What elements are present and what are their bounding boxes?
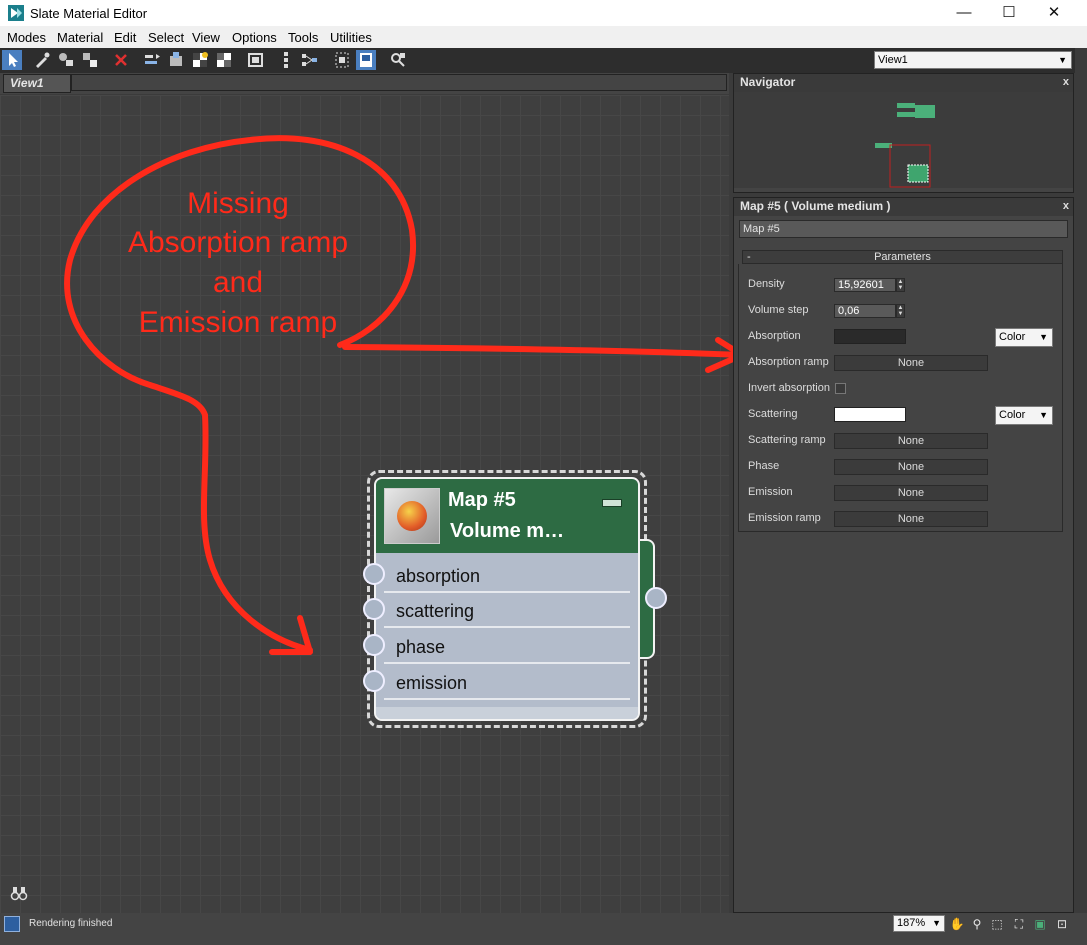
absorption-color-swatch[interactable] xyxy=(834,329,906,344)
navigator-title: Navigator xyxy=(740,75,796,89)
properties-panel: Map #5 ( Volume medium ) x Map #5 - Para… xyxy=(733,197,1074,913)
map-name-field[interactable]: Map #5 xyxy=(739,220,1068,238)
rollout-title: Parameters xyxy=(874,251,931,263)
volume-step-label: Volume step xyxy=(748,304,809,316)
navigator-header: Navigator x xyxy=(734,74,1073,92)
density-label: Density xyxy=(748,278,785,290)
zoom-icon[interactable]: ⚲ xyxy=(968,915,986,933)
properties-close-button[interactable]: x xyxy=(1063,198,1069,215)
phase-label: Phase xyxy=(748,460,780,472)
volume-step-spinner[interactable]: 0,06 xyxy=(834,304,896,318)
navigator-close-button[interactable]: x xyxy=(1063,74,1069,91)
scattering-ramp-label: Scattering ramp xyxy=(748,434,826,446)
emission-label: Emission xyxy=(748,486,793,498)
phase-map-button[interactable]: None xyxy=(834,459,988,475)
chevron-down-icon: ▼ xyxy=(932,918,941,928)
rollout-collapse-toggle[interactable]: - xyxy=(747,251,751,263)
scattering-color-swatch[interactable] xyxy=(834,407,906,422)
absorption-mode-value: Color xyxy=(999,331,1026,343)
annotation-arrow-right xyxy=(342,344,745,358)
scattering-ramp-map-button[interactable]: None xyxy=(834,433,988,449)
emission-map-button[interactable]: None xyxy=(834,485,988,501)
zoom-dropdown[interactable]: 187% ▼ xyxy=(893,915,945,932)
pan-hand-icon[interactable]: ✋ xyxy=(948,915,966,933)
annotation-line-3: and xyxy=(212,266,264,299)
scattering-label: Scattering xyxy=(748,408,798,420)
zoom-value: 187% xyxy=(897,917,926,929)
properties-title: Map #5 ( Volume medium ) xyxy=(740,199,891,213)
volume-step-spinner-arrows[interactable]: ▲ ▼ xyxy=(896,304,905,318)
chevron-down-icon: ▼ xyxy=(1039,332,1048,342)
absorption-mode-dropdown[interactable]: Color ▼ xyxy=(995,328,1053,347)
scattering-mode-value: Color xyxy=(999,409,1026,421)
status-bar: Rendering finished 187% ▼ ✋ ⚲ ⬚ ⛶ ▣ ⊡ xyxy=(0,913,1087,945)
density-spinner-arrows[interactable]: ▲ ▼ xyxy=(896,278,905,292)
navigator-view[interactable] xyxy=(734,92,1073,188)
emission-ramp-label: Emission ramp xyxy=(748,512,821,524)
render-status-icon[interactable] xyxy=(4,916,20,932)
zoom-extents-icon[interactable]: ⛶ xyxy=(1010,915,1028,933)
density-spinner[interactable]: 15,92601 xyxy=(834,278,896,292)
absorption-ramp-label: Absorption ramp xyxy=(748,356,829,368)
annotation-line-1: Missing xyxy=(187,187,289,220)
navigator-minimap xyxy=(875,103,935,188)
properties-header: Map #5 ( Volume medium ) x xyxy=(734,198,1073,216)
emission-ramp-map-button[interactable]: None xyxy=(834,511,988,527)
parameters-rollout-header[interactable]: - Parameters xyxy=(742,250,1063,264)
absorption-ramp-map-button[interactable]: None xyxy=(834,355,988,371)
zoom-extents-selected-icon[interactable]: ▣ xyxy=(1031,915,1049,933)
zoom-region-icon[interactable]: ⬚ xyxy=(988,915,1006,933)
status-text: Rendering finished xyxy=(29,918,113,929)
chevron-down-icon: ▼ xyxy=(1039,410,1048,420)
annotation-line-4: Emission ramp xyxy=(138,306,338,339)
absorption-label: Absorption xyxy=(748,330,801,342)
invert-absorption-checkbox[interactable] xyxy=(835,383,846,394)
scattering-mode-dropdown[interactable]: Color ▼ xyxy=(995,406,1053,425)
pan-to-selected-icon[interactable]: ⊡ xyxy=(1053,915,1071,933)
annotation-line-2: Absorption ramp xyxy=(127,226,349,259)
navigator-panel: Navigator x xyxy=(733,73,1074,193)
invert-absorption-label: Invert absorption xyxy=(748,382,830,394)
